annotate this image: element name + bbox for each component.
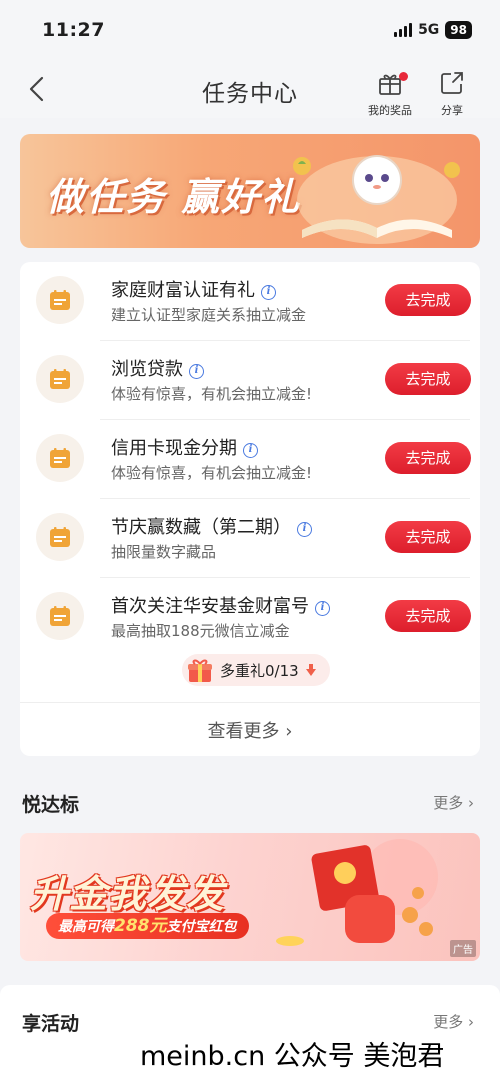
go-complete-button[interactable]: 去完成: [385, 363, 471, 395]
section-title-yuedabiao: 悦达标: [22, 794, 80, 816]
status-time: 11:27: [42, 19, 105, 41]
promo-amount: 288元: [114, 916, 167, 936]
task-row: 首次关注华安基金财富号 i 最高抽取188元微信立减金 去完成: [20, 578, 480, 657]
task-list-card: 家庭财富认证有礼 i 建立认证型家庭关系抽立减金 去完成 浏览贷款 i 体验有惊喜，…: [20, 262, 480, 756]
more-label: 更多: [433, 794, 464, 812]
promo-title: 升金我发发: [30, 872, 226, 916]
info-icon[interactable]: i: [315, 601, 330, 616]
go-complete-button[interactable]: 去完成: [385, 284, 471, 316]
arrow-down-icon: [305, 664, 316, 676]
section-more-link[interactable]: 更多 ›: [433, 792, 474, 813]
task-description: 体验有惊喜，有机会抽立减金!: [111, 464, 313, 482]
task-title: 首次关注华安基金财富号 i: [111, 592, 330, 618]
calendar-icon: [36, 434, 84, 482]
chevron-right-icon: ›: [279, 721, 293, 742]
promo-sub-suffix: 支付宝红包: [166, 919, 237, 935]
promo-sub-prefix: 最高可得: [58, 919, 114, 935]
gift-box-icon: [188, 659, 212, 682]
share-button[interactable]: 分享: [432, 70, 472, 118]
info-icon[interactable]: i: [297, 522, 312, 537]
go-complete-button[interactable]: 去完成: [385, 521, 471, 553]
info-icon[interactable]: i: [243, 443, 258, 458]
go-complete-button[interactable]: 去完成: [385, 442, 471, 474]
more-label: 更多: [433, 1013, 464, 1031]
divider: [20, 702, 480, 703]
task-description: 体验有惊喜，有机会抽立减金!: [111, 385, 313, 403]
status-bar: 11:27 5G 98: [0, 0, 500, 60]
page-title: 任务中心: [202, 81, 298, 107]
task-row: 节庆赢数藏（第二期） i 抽限量数字藏品 去完成: [20, 499, 480, 578]
calendar-icon: [36, 592, 84, 640]
watermark-text: meinb.cn 公众号 美泡君: [140, 1041, 445, 1072]
red-envelope-illustration: [276, 839, 438, 946]
info-icon[interactable]: i: [261, 285, 276, 300]
task-row: 信用卡现金分期 i 体验有惊喜，有机会抽立减金! 去完成: [20, 420, 480, 499]
share-icon: [441, 72, 463, 94]
multi-reward-progress[interactable]: 多重礼0/13: [182, 654, 330, 686]
task-description: 抽限量数字藏品: [111, 543, 217, 561]
section-more-link[interactable]: 更多 ›: [433, 1011, 474, 1032]
task-description: 建立认证型家庭关系抽立减金: [111, 306, 307, 324]
promo-banner[interactable]: 升金我发发 最高可得288元支付宝红包 广告: [20, 833, 480, 961]
section-title-activities: 享活动: [22, 1013, 80, 1035]
info-icon[interactable]: i: [189, 364, 204, 379]
my-prizes-button[interactable]: 我的奖品: [364, 70, 416, 118]
banner-text: 做任务 赢好礼: [46, 175, 302, 219]
task-row: 家庭财富认证有礼 i 建立认证型家庭关系抽立减金 去完成: [20, 262, 480, 341]
calendar-icon: [36, 276, 84, 324]
share-label: 分享: [441, 104, 463, 117]
task-description: 最高抽取188元微信立减金: [111, 622, 290, 640]
multi-reward-label: 多重礼0/13: [220, 661, 299, 680]
view-more-link[interactable]: 查看更多 ›: [20, 717, 480, 743]
view-more-label: 查看更多: [207, 721, 280, 742]
task-title: 家庭财富认证有礼 i: [111, 276, 276, 302]
status-indicators: 5G 98: [394, 21, 472, 39]
task-title: 浏览贷款 i: [111, 355, 204, 381]
calendar-icon: [36, 513, 84, 561]
task-banner[interactable]: 做任务 赢好礼: [20, 134, 480, 248]
notification-dot: [399, 72, 408, 81]
promo-subtitle: 最高可得288元支付宝红包: [46, 913, 249, 939]
chevron-right-icon: ›: [463, 1013, 474, 1031]
network-type: 5G: [418, 22, 440, 38]
battery-icon: 98: [445, 21, 472, 39]
mascot-book-illustration: [293, 155, 460, 244]
go-complete-button[interactable]: 去完成: [385, 600, 471, 632]
task-row: 浏览贷款 i 体验有惊喜，有机会抽立减金! 去完成: [20, 341, 480, 420]
nav-bar: 任务中心 我的奖品 分享: [0, 60, 500, 118]
task-title: 信用卡现金分期 i: [111, 434, 258, 460]
signal-icon: [394, 23, 413, 37]
my-prizes-label: 我的奖品: [368, 104, 412, 117]
chevron-right-icon: ›: [463, 794, 474, 812]
calendar-icon: [36, 355, 84, 403]
task-title: 节庆赢数藏（第二期） i: [111, 513, 312, 539]
ad-badge: 广告: [450, 940, 476, 957]
